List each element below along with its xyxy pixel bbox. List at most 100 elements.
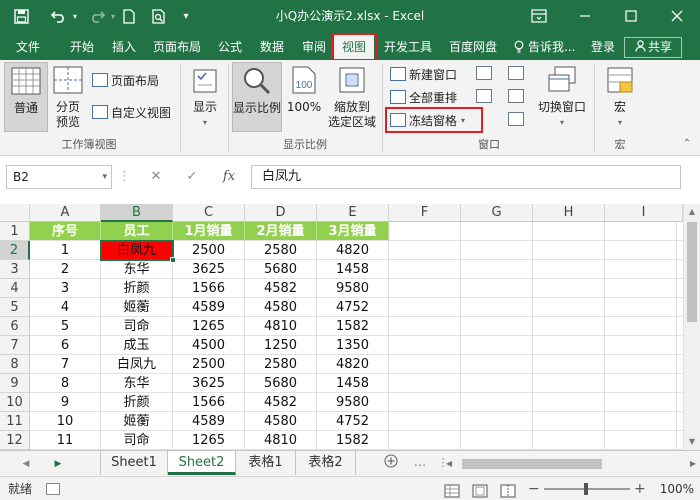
zoom-to-selection-button[interactable]: 缩放到 选定区域 [326, 62, 378, 132]
horizontal-scroll-thumb[interactable] [462, 459, 602, 469]
column-header-c[interactable]: C [173, 204, 245, 222]
table-cell[interactable]: 1582 [317, 431, 389, 450]
next-sheet-icon[interactable]: ▶ [50, 455, 66, 473]
table-cell[interactable]: 折颜 [101, 393, 173, 412]
ribbon-display-icon[interactable] [516, 0, 562, 32]
column-header-f[interactable]: F [389, 204, 461, 222]
column-header-h[interactable]: H [533, 204, 605, 222]
page-break-preview-button[interactable]: 分页 预览 [50, 62, 86, 132]
table-cell[interactable]: 2 [30, 260, 101, 279]
table-cell[interactable]: 2500 [173, 241, 245, 260]
undo-dropdown-icon[interactable]: ▾ [70, 0, 80, 32]
table-cell[interactable]: 姬蘅 [101, 412, 173, 431]
zoom-button[interactable]: 显示比例 [232, 62, 282, 132]
row-header[interactable]: 7 [0, 336, 30, 355]
table-cell[interactable]: 4 [30, 298, 101, 317]
sheet-tab-table1[interactable]: 表格1 [236, 451, 296, 475]
row-header[interactable]: 5 [0, 298, 30, 317]
tab-baidu-netdisk[interactable]: 百度网盘 [442, 35, 504, 60]
split-icon[interactable] [476, 66, 492, 80]
maximize-icon[interactable] [608, 0, 654, 32]
table-cell[interactable]: 4820 [317, 241, 389, 260]
table-cell[interactable]: 9580 [317, 393, 389, 412]
print-preview-icon[interactable] [148, 0, 170, 32]
table-cell[interactable]: 9580 [317, 279, 389, 298]
tab-view[interactable]: 视图 [334, 35, 374, 60]
macros-button[interactable]: 宏 ▾ [598, 62, 642, 132]
column-header-e[interactable]: E [317, 204, 389, 222]
column-header-g[interactable]: G [461, 204, 533, 222]
table-cell[interactable]: 4582 [245, 393, 317, 412]
freeze-panes-button[interactable]: 冻结窗格 ▾ [390, 110, 465, 130]
scroll-up-icon[interactable]: ▲ [684, 204, 700, 220]
empty-cells[interactable] [389, 222, 683, 450]
cancel-icon[interactable]: ✕ [144, 165, 168, 189]
table-cell[interactable]: 1 [30, 241, 101, 260]
table-cell[interactable]: 5680 [245, 260, 317, 279]
tab-insert[interactable]: 插入 [104, 35, 144, 60]
table-cell[interactable]: 4752 [317, 412, 389, 431]
name-box-dropdown-icon[interactable]: ▾ [102, 166, 107, 188]
tab-review[interactable]: 审阅 [294, 35, 334, 60]
table-cell[interactable]: 成玉 [101, 336, 173, 355]
sheet-tab-sheet2[interactable]: Sheet2 [168, 451, 236, 475]
tab-developer[interactable]: 开发工具 [378, 35, 438, 60]
table-cell[interactable]: 8 [30, 374, 101, 393]
collapse-ribbon-icon[interactable]: ⌃ [680, 138, 694, 152]
table-cell[interactable]: 4752 [317, 298, 389, 317]
vertical-scroll-thumb[interactable] [687, 222, 697, 322]
table-header-cell[interactable]: 2月销量 [245, 222, 317, 241]
column-header-b[interactable]: B [101, 204, 173, 222]
normal-view-button[interactable]: 普通 [4, 62, 48, 132]
table-cell[interactable]: 1582 [317, 317, 389, 336]
sheet-tab-table2[interactable]: 表格2 [296, 451, 356, 475]
table-cell[interactable]: 司命 [101, 431, 173, 450]
table-cell[interactable]: 5680 [245, 374, 317, 393]
row-header[interactable]: 2 [0, 241, 30, 260]
table-cell[interactable]: 6 [30, 336, 101, 355]
scroll-left-icon[interactable]: ◀ [446, 457, 452, 471]
table-cell[interactable]: 白凤九 [101, 355, 173, 374]
undo-icon[interactable] [48, 0, 70, 32]
table-cell[interactable]: 10 [30, 412, 101, 431]
table-cell[interactable]: 4500 [173, 336, 245, 355]
horizontal-scrollbar[interactable]: ◀ ▶ [446, 457, 696, 471]
zoom-level[interactable]: 100% [650, 477, 694, 500]
formula-input[interactable]: 白凤九 [251, 165, 681, 189]
column-header-a[interactable]: A [30, 204, 101, 222]
table-cell[interactable]: 1566 [173, 279, 245, 298]
minimize-icon[interactable] [562, 0, 608, 32]
row-header[interactable]: 1 [0, 222, 30, 241]
table-cell[interactable]: 3625 [173, 260, 245, 279]
enter-icon[interactable]: ✓ [180, 165, 204, 189]
table-header-cell[interactable]: 3月销量 [317, 222, 389, 241]
close-icon[interactable] [654, 0, 700, 32]
table-cell[interactable]: 姬蘅 [101, 298, 173, 317]
hide-window-icon[interactable] [476, 89, 492, 103]
table-cell[interactable]: 2580 [245, 355, 317, 374]
table-cell[interactable]: 1250 [245, 336, 317, 355]
zoom-slider-thumb[interactable] [584, 483, 588, 495]
tab-page-layout[interactable]: 页面布局 [146, 35, 208, 60]
zoom-out-icon[interactable]: − [528, 477, 540, 500]
view-side-by-side-icon[interactable] [508, 66, 524, 80]
row-header[interactable]: 3 [0, 260, 30, 279]
insert-function-icon[interactable]: fx [216, 165, 242, 189]
tab-formulas[interactable]: 公式 [210, 35, 250, 60]
vertical-scrollbar[interactable]: ▲ ▼ [683, 204, 700, 450]
table-cell[interactable]: 3 [30, 279, 101, 298]
table-cell[interactable]: 司命 [101, 317, 173, 336]
scroll-right-icon[interactable]: ▶ [690, 457, 696, 471]
page-layout-status-icon[interactable] [472, 482, 488, 498]
redo-icon[interactable] [86, 0, 108, 32]
table-cell[interactable]: 5 [30, 317, 101, 336]
table-cell[interactable]: 3625 [173, 374, 245, 393]
row-header[interactable]: 9 [0, 374, 30, 393]
new-file-icon[interactable] [118, 0, 140, 32]
table-cell[interactable]: 4589 [173, 412, 245, 431]
worksheet-grid[interactable]: A B C D E F G H I 1 2 3 4 5 6 7 8 9 10 1… [0, 200, 700, 450]
column-header-i[interactable]: I [605, 204, 683, 222]
scroll-down-icon[interactable]: ▼ [684, 434, 700, 450]
row-header[interactable]: 12 [0, 431, 30, 450]
table-header-cell[interactable]: 1月销量 [173, 222, 245, 241]
